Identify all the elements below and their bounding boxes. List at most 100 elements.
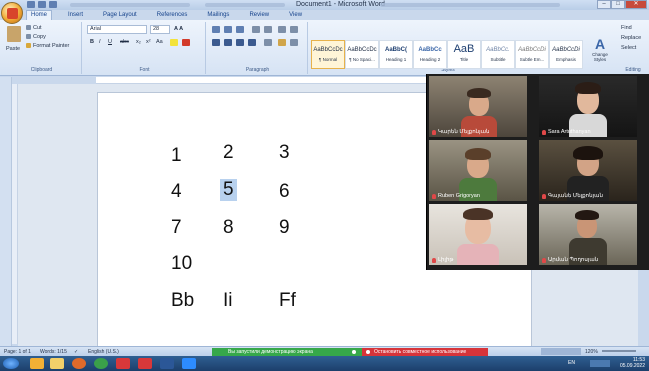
system-tray-icons[interactable]	[590, 360, 610, 367]
view-buttons[interactable]	[541, 348, 581, 355]
zoom-level[interactable]: 120%	[585, 349, 598, 355]
participant-tile[interactable]: Ruben Grigoryan	[429, 140, 527, 201]
decrease-indent-icon[interactable]	[252, 26, 260, 33]
taskbar-app-chrome[interactable]	[94, 358, 108, 369]
person-hair	[573, 146, 603, 160]
taskbar-app-yandex-2[interactable]	[138, 358, 152, 369]
style-sample: AaBbCc.	[486, 47, 510, 53]
maximize-button[interactable]: □	[611, 0, 625, 9]
participant-tile[interactable]: Արման Պողոսյան	[539, 204, 637, 265]
justify-icon[interactable]	[248, 39, 256, 46]
tab-home[interactable]: Home	[26, 10, 53, 20]
tab-page-layout[interactable]: Page Layout	[99, 10, 141, 20]
muted-mic-icon	[542, 193, 546, 199]
subscript-icon[interactable]: x₂	[136, 39, 141, 45]
taskbar-app-yandex[interactable]	[116, 358, 130, 369]
editing-group: Find Replace Select Editing	[617, 22, 649, 74]
pilcrow-icon[interactable]	[290, 26, 298, 33]
muted-mic-icon	[432, 129, 436, 135]
table-cell: 7	[171, 217, 182, 238]
multilevel-list-icon[interactable]	[236, 26, 244, 33]
style-tile[interactable]: AaBbCcDc ¶ Normal	[311, 40, 345, 69]
style-name: Subtitle	[490, 57, 506, 62]
blurred-region	[205, 3, 285, 7]
tab-mailings[interactable]: Mailings	[203, 10, 233, 20]
shading-icon[interactable]	[278, 39, 286, 46]
horizontal-ruler[interactable]	[96, 77, 426, 84]
font-size-select[interactable]: 28	[150, 25, 170, 34]
participant-tile[interactable]: Sara Artuthanyan	[539, 76, 637, 137]
word-count[interactable]: Words: 1/15	[40, 349, 67, 355]
redo-icon[interactable]	[49, 1, 57, 8]
style-tile[interactable]: AaBbCcDc ¶ No Spaci...	[345, 40, 379, 69]
superscript-icon[interactable]: x²	[146, 39, 151, 45]
paragraph-group: Paragraph	[208, 22, 308, 74]
select-button[interactable]: Select	[621, 45, 636, 51]
taskbar-app-folder[interactable]	[50, 358, 64, 369]
bullets-icon[interactable]	[212, 26, 220, 33]
save-icon[interactable]	[27, 1, 35, 8]
style-sample: AaB	[453, 43, 475, 55]
stop-icon	[366, 350, 370, 354]
align-center-icon[interactable]	[224, 39, 232, 46]
style-tile[interactable]: AaBbCc Heading 2	[413, 40, 447, 69]
taskbar-app-explorer[interactable]	[30, 358, 44, 369]
borders-icon[interactable]	[290, 39, 298, 46]
style-tile[interactable]: AaBbCcDi Subtle Em...	[515, 40, 549, 69]
language-indicator[interactable]: EN	[568, 360, 575, 366]
align-left-icon[interactable]	[212, 39, 220, 46]
replace-button[interactable]: Replace	[621, 35, 641, 41]
participant-tile[interactable]: Լիլիթ	[429, 204, 527, 265]
style-tile[interactable]: AaBbCc. Subtitle	[481, 40, 515, 69]
style-sample: AaBbCc	[418, 47, 442, 53]
find-button[interactable]: Find	[621, 25, 632, 31]
line-spacing-icon[interactable]	[264, 39, 272, 46]
clock[interactable]: 11:53 05.09.2022	[620, 357, 645, 369]
style-tile[interactable]: AaBbCcDi Emphasis	[549, 40, 583, 69]
change-case-icon[interactable]: Aa	[156, 39, 163, 45]
change-styles-button[interactable]: A Change Styles	[587, 36, 613, 68]
numbering-icon[interactable]	[224, 26, 232, 33]
start-button[interactable]	[3, 358, 19, 369]
proofing-icon[interactable]: ✓	[74, 349, 78, 355]
participant-tile[interactable]: Գայանե Մելքոնյան	[539, 140, 637, 201]
align-right-icon[interactable]	[236, 39, 244, 46]
close-button[interactable]: ✕	[625, 0, 647, 9]
zoom-slider[interactable]	[602, 350, 636, 352]
font-name-select[interactable]: Arial	[87, 25, 147, 34]
format-painter-icon	[26, 43, 31, 48]
italic-button[interactable]: I	[99, 39, 101, 45]
person-hair	[575, 210, 599, 220]
font-color-icon[interactable]	[182, 39, 190, 46]
language-indicator[interactable]: English (U.S.)	[88, 349, 119, 355]
sort-icon[interactable]	[278, 26, 286, 33]
tab-view[interactable]: View	[285, 10, 306, 20]
copy-icon	[26, 34, 31, 39]
grow-shrink-font-icon[interactable]: A A	[174, 26, 183, 32]
taskbar-app-firefox[interactable]	[72, 358, 86, 369]
bold-button[interactable]: B	[90, 39, 94, 45]
copy-button[interactable]: Copy	[33, 34, 46, 40]
highlight-icon[interactable]	[170, 39, 178, 46]
increase-indent-icon[interactable]	[264, 26, 272, 33]
style-tile[interactable]: AaB Title	[447, 40, 481, 69]
style-tile[interactable]: AaBbC(Heading 1	[379, 40, 413, 69]
minimize-button[interactable]: –	[597, 0, 611, 9]
undo-icon[interactable]	[38, 1, 46, 8]
table-cell: 10	[171, 253, 193, 274]
participant-tile[interactable]: Կարեն Մելքոնյան	[429, 76, 527, 137]
stop-sharing-button[interactable]: Остановить совместное использование	[362, 348, 488, 356]
format-painter-button[interactable]: Format Painter	[33, 43, 69, 49]
underline-button[interactable]: U	[108, 39, 112, 45]
taskbar-app-word[interactable]	[160, 358, 174, 369]
strikethrough-icon[interactable]: abc	[120, 39, 129, 45]
page-count[interactable]: Page: 1 of 1	[4, 349, 31, 355]
cut-button[interactable]: Cut	[33, 25, 42, 31]
office-button[interactable]	[1, 2, 23, 24]
tab-review[interactable]: Review	[245, 10, 273, 20]
tab-insert[interactable]: Insert	[64, 10, 87, 20]
taskbar-app-zoom[interactable]	[182, 358, 196, 369]
paste-button[interactable]: Paste	[6, 46, 20, 52]
tab-references[interactable]: References	[153, 10, 192, 20]
style-sample: AaBbC(	[385, 47, 407, 53]
